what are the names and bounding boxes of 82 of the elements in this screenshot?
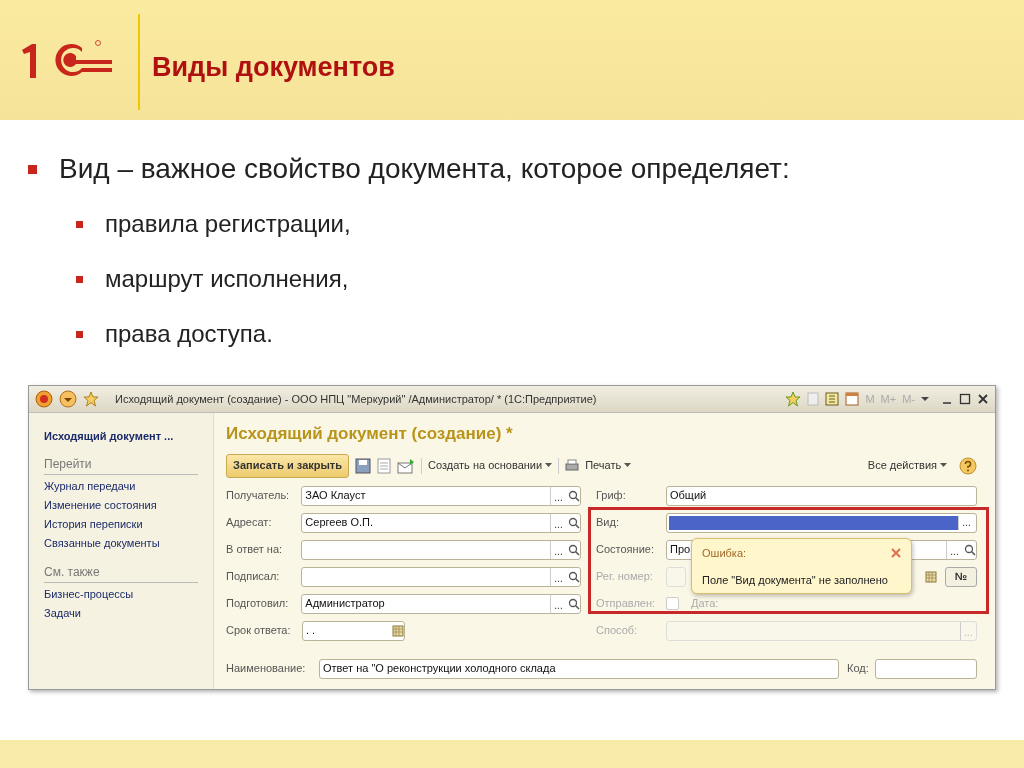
input-field[interactable]: . .: [302, 620, 405, 641]
calendar-icon[interactable]: [845, 392, 860, 406]
search-icon[interactable]: [568, 489, 580, 502]
app-menu-icon[interactable]: [35, 390, 53, 408]
bullet-text: маршрут исполнения,: [105, 264, 349, 294]
save-and-close-button[interactable]: Записать и закрыть: [226, 453, 350, 478]
field-label: Рег. номер:: [596, 569, 654, 585]
field-label: Адресат:: [226, 515, 273, 531]
star-icon[interactable]: [83, 391, 99, 407]
search-icon[interactable]: [568, 597, 580, 610]
error-message: Поле "Вид документа" не заполнено: [702, 572, 889, 588]
bullet-icon: [76, 220, 83, 228]
bullet-icon: [76, 275, 83, 283]
caret-icon[interactable]: [921, 396, 929, 402]
printer-icon[interactable]: [565, 458, 580, 473]
dropdown-icon[interactable]: [59, 390, 77, 408]
input-field[interactable]: Администратор ...: [301, 593, 581, 614]
section-title: См. также: [44, 562, 198, 583]
search-icon[interactable]: [568, 543, 580, 556]
sidebar-item[interactable]: Задачи: [44, 603, 198, 623]
form-heading: Исходящий документ (создание) *: [226, 423, 514, 445]
bullet-icon: [28, 164, 37, 174]
calculator-icon[interactable]: [825, 392, 840, 406]
field-label: Код:: [847, 661, 870, 677]
field-label: Гриф:: [596, 488, 627, 504]
input-field[interactable]: Общий: [666, 485, 977, 506]
field-label: Подписал:: [226, 569, 281, 585]
input-field[interactable]: Ответ на "О реконструкции холодного склада: [319, 658, 839, 679]
sidebar-header[interactable]: Исходящий документ ...: [44, 428, 198, 445]
field-label: Наименование:: [226, 661, 307, 677]
ellipsis-button[interactable]: ...: [550, 594, 566, 613]
field-label: Срок ответа:: [226, 623, 292, 639]
search-icon[interactable]: [568, 570, 580, 583]
search-icon[interactable]: [568, 516, 580, 529]
field-label: Получатель:: [226, 488, 291, 504]
ellipsis-button[interactable]: ...: [550, 513, 566, 532]
input-field[interactable]: ...: [301, 539, 581, 560]
all-actions-button[interactable]: Все действия: [867, 457, 947, 474]
star-icon[interactable]: [785, 391, 802, 407]
bullet-text: права доступа.: [105, 319, 273, 349]
envelope-icon[interactable]: [397, 457, 416, 474]
tooltip-title: Ошибка:: [702, 546, 747, 561]
field-label: Способ:: [596, 623, 639, 639]
input-field[interactable]: ...: [666, 512, 977, 533]
caret-icon: [940, 463, 947, 468]
slide-title: Виды документов: [152, 51, 395, 85]
ellipsis-button[interactable]: ...: [550, 540, 566, 559]
help-icon[interactable]: [959, 456, 977, 475]
ellipsis-button[interactable]: ...: [946, 540, 962, 559]
window-title: Исходящий документ (создание) - ООО НПЦ "Меркурий" /Администратор/ * (1С:Предприятие): [115, 391, 598, 407]
maximize-icon[interactable]: [959, 393, 971, 405]
close-icon[interactable]: [977, 393, 989, 405]
bullet-text: правила регистрации,: [105, 209, 351, 239]
bullet-text: Вид – важное свойство документа, которое определяет:: [59, 152, 790, 186]
bullet-icon: [76, 330, 83, 338]
calendar-icon[interactable]: [925, 570, 937, 583]
ellipsis-button[interactable]: ...: [958, 515, 974, 530]
sidebar-item[interactable]: Бизнес-процессы: [44, 584, 198, 604]
sidebar-item[interactable]: Связанные документы: [44, 533, 198, 553]
field-label: Вид:: [596, 515, 620, 531]
field-label: Отправлен:: [596, 596, 657, 612]
input-field[interactable]: ЗАО Клауст ...: [301, 485, 581, 506]
input-field[interactable]: Сергеев О.П. ...: [301, 512, 581, 533]
field-label: Дата:: [691, 596, 719, 612]
caret-icon: [624, 463, 632, 468]
field-label: Подготовил:: [226, 596, 290, 612]
field-label: В ответ на:: [226, 542, 284, 558]
input-field[interactable]: [875, 658, 977, 679]
sidebar-item[interactable]: Изменение состояния: [44, 495, 198, 515]
ellipsis-button[interactable]: ...: [550, 567, 566, 586]
input-field[interactable]: ...: [301, 566, 581, 587]
sidebar-item[interactable]: История переписки: [44, 514, 198, 534]
create-based-on-button[interactable]: Создать на основании: [428, 457, 553, 474]
section-title: Перейти: [44, 454, 198, 475]
search-icon[interactable]: [964, 543, 976, 556]
print-button[interactable]: Печать: [585, 457, 632, 474]
save-icon[interactable]: [355, 457, 372, 474]
field-label: Состояние:: [596, 542, 655, 558]
calendar-icon[interactable]: [392, 624, 404, 637]
ellipsis-button[interactable]: ...: [550, 486, 566, 505]
caret-icon: [545, 463, 553, 468]
sidebar-item[interactable]: Журнал передачи: [44, 476, 198, 496]
